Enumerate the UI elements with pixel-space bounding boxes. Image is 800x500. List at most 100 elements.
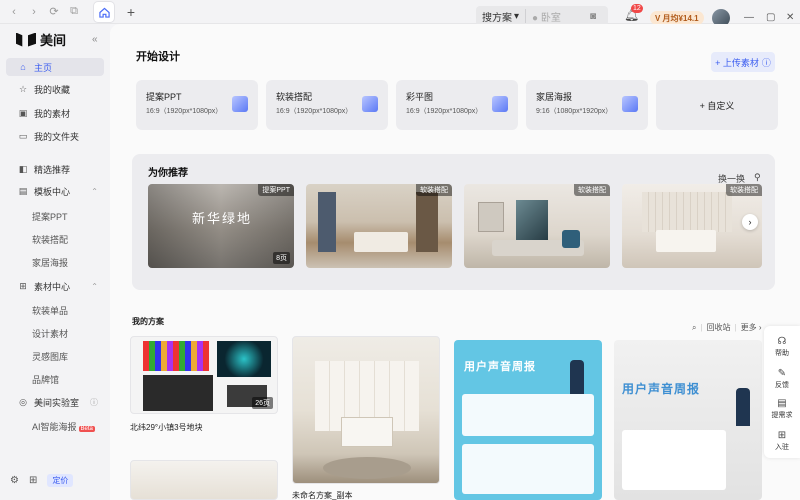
next-arrow-button[interactable]: › <box>742 214 758 230</box>
recommend-panel: 为你推荐 换一换 ⚲ 新华绿地 提案PPT 8页 软装搭配 软装搭配 软装搭配 <box>132 154 775 290</box>
plan-card[interactable] <box>130 460 278 500</box>
chevron-up-icon: ⌃ <box>91 186 98 196</box>
close-button[interactable]: ✕ <box>786 12 794 23</box>
home-tab[interactable] <box>94 2 114 22</box>
plan-caption: 未命名方案_副本 <box>292 491 353 500</box>
thumb-wall-panel <box>642 192 732 232</box>
sidebar-item-lab[interactable]: ◎ 美间实验室 ⓘ <box>6 393 104 411</box>
apps-icon[interactable]: ⊞ <box>29 475 37 486</box>
settings-icon[interactable]: ⚙ <box>10 475 19 486</box>
sidebar: 美间 « ⌂ 主页 ☆ 我的收藏 ▣ 我的素材 ▭ 我的文件夹 ◧ 精选推荐 ▤… <box>0 24 110 500</box>
info-icon: ⓘ <box>90 397 98 407</box>
chevron-up-icon: ⌃ <box>91 281 98 291</box>
app-logo: 美间 <box>16 30 66 49</box>
join-button[interactable]: ⊞ 入驻 <box>764 430 800 452</box>
forward-icon[interactable]: › <box>26 6 42 18</box>
filter-icon[interactable]: ⚲ <box>754 172 761 183</box>
sidebar-item-materials[interactable]: ▣ 我的素材 <box>6 104 104 122</box>
sidebar-item-label: 精选推荐 <box>34 164 71 175</box>
sidebar-item-material-center[interactable]: ⊞ 素材中心 ⌃ <box>6 277 104 295</box>
more-link[interactable]: 更多 › <box>741 322 762 333</box>
design-card-softdecor[interactable]: 软装搭配 16:9（1920px*1080px） <box>266 80 388 130</box>
new-tab-button[interactable]: + <box>122 2 140 22</box>
recommend-item[interactable]: 软装搭配 <box>464 184 610 268</box>
sidebar-item-label: 素材中心 <box>34 281 71 292</box>
upload-material-button[interactable]: + 上传素材 ⓘ <box>711 52 775 72</box>
notification-badge: 12 <box>631 4 643 13</box>
minimize-button[interactable]: — <box>744 12 754 23</box>
request-button[interactable]: ▤ 提需求 <box>764 398 800 420</box>
sidebar-sub-products[interactable]: 软装单品 <box>32 304 68 317</box>
design-card-ppt[interactable]: 提案PPT 16:9（1920px*1080px） <box>136 80 258 130</box>
design-card-floorplan[interactable]: 彩平图 16:9（1920px*1080px） <box>396 80 518 130</box>
plan-preview-rug <box>323 457 411 479</box>
vip-badge[interactable]: V 月均¥14.1 <box>650 11 704 25</box>
poster-figure <box>570 360 584 394</box>
thumb-artwork <box>478 202 504 232</box>
sidebar-sub-design-assets[interactable]: 设计素材 <box>32 327 68 340</box>
search-bar[interactable]: 搜方案 ▾ ● 卧室 ◙ <box>476 6 608 26</box>
float-label: 入驻 <box>775 444 789 451</box>
help-button[interactable]: ☊ 帮助 <box>764 336 800 358</box>
sidebar-item-featured[interactable]: ◧ 精选推荐 <box>6 160 104 178</box>
thumb-tag: 提案PPT <box>258 184 294 196</box>
thumb-tag: 软装搭配 <box>574 184 610 196</box>
beta-badge: Beta <box>78 426 95 432</box>
thumb-tag: 软装搭配 <box>416 184 452 196</box>
collapse-sidebar-icon[interactable]: « <box>92 34 98 45</box>
copy-icon[interactable]: ⧉ <box>66 5 82 18</box>
search-scope-select[interactable]: 搜方案 ▾ <box>476 9 527 24</box>
sidebar-sub-ai-poster[interactable]: AI智能海报 Beta <box>32 420 95 433</box>
search-icon[interactable]: ⌕ <box>692 323 696 333</box>
plan-card[interactable]: 用户声音周报 <box>454 340 602 500</box>
sidebar-item-templates[interactable]: ▤ 模板中心 ⌃ <box>6 182 104 200</box>
camera-icon[interactable]: ◙ <box>590 11 604 22</box>
recommend-item[interactable]: 新华绿地 提案PPT 8页 <box>148 184 294 268</box>
sidebar-item-label: 我的文件夹 <box>34 131 80 142</box>
poster-title: 用户声音周报 <box>622 382 701 396</box>
pricing-button[interactable]: 定价 <box>47 474 74 487</box>
recycle-bin-link[interactable]: 回收站 <box>707 322 731 333</box>
feedback-button[interactable]: ✎ 反馈 <box>764 368 800 390</box>
plan-card[interactable] <box>292 336 440 484</box>
sidebar-item-label: 美间实验室 <box>34 397 80 408</box>
recommend-item[interactable]: 软装搭配 <box>622 184 762 268</box>
sidebar-item-folders[interactable]: ▭ 我的文件夹 <box>6 127 104 145</box>
plan-card[interactable]: 26页 <box>130 336 278 414</box>
search-input[interactable]: ● 卧室 <box>526 9 590 24</box>
star-icon: ☆ <box>18 83 28 94</box>
back-icon[interactable]: ‹ <box>6 6 22 18</box>
headset-icon: ☊ <box>777 336 787 347</box>
sidebar-sub-ppt[interactable]: 提案PPT <box>32 210 68 223</box>
sidebar-item-label: 我的素材 <box>34 108 71 119</box>
plan-preview-swatch <box>143 341 209 371</box>
edit-icon: ✎ <box>777 368 787 379</box>
thumb-painting <box>516 200 548 240</box>
sidebar-item-favorites[interactable]: ☆ 我的收藏 <box>6 80 104 98</box>
ppt-icon <box>232 96 248 112</box>
sidebar-sub-inspiration[interactable]: 灵感图库 <box>32 350 68 363</box>
document-icon: ▤ <box>777 398 787 409</box>
recommend-item[interactable]: 软装搭配 <box>306 184 452 268</box>
notification-button[interactable]: 🔔︎ 12 <box>624 4 643 22</box>
home-icon: ⌂ <box>20 62 26 72</box>
sidebar-sub-softdecor[interactable]: 软装搭配 <box>32 233 68 246</box>
sidebar-item-home[interactable]: ⌂ 主页 <box>6 58 104 76</box>
sidebar-item-label: 模板中心 <box>34 186 71 197</box>
poster-figure <box>736 388 750 426</box>
house-icon <box>98 7 110 18</box>
thumb-cabinet <box>416 192 438 252</box>
sidebar-item-label: 我的收藏 <box>34 84 71 95</box>
sidebar-sub-poster[interactable]: 家居海报 <box>32 256 68 269</box>
folder-icon: ▭ <box>18 130 28 141</box>
design-card-custom[interactable]: + 自定义 <box>656 80 778 130</box>
sidebar-item-label: 主页 <box>34 62 53 73</box>
logo-icon-part <box>28 32 36 47</box>
maximize-button[interactable]: ▢ <box>766 12 775 23</box>
nav-controls: ‹ › ⟳ ⧉ <box>0 5 82 18</box>
sidebar-sub-brands[interactable]: 品牌馆 <box>32 373 59 386</box>
divider: | <box>700 323 703 332</box>
design-card-poster[interactable]: 家居海报 9:16（1080px*1920px） <box>526 80 648 130</box>
refresh-icon[interactable]: ⟳ <box>46 5 62 18</box>
plan-card[interactable]: 用户声音周报 <box>614 340 762 500</box>
